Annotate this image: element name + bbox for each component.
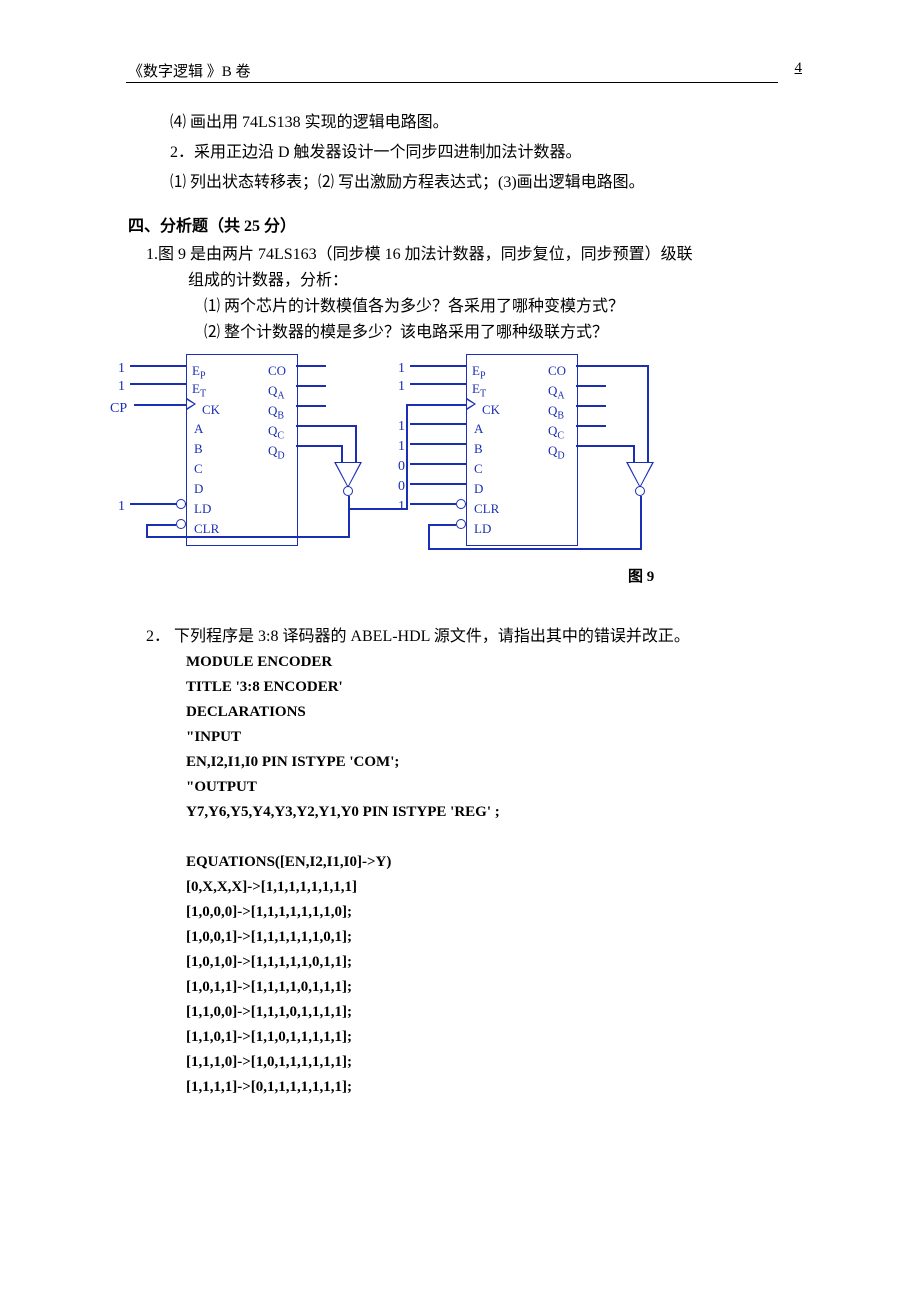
sig-1-et-r: 1	[398, 374, 405, 400]
q2-intro: 2． 下列程序是 3:8 译码器的 ABEL-HDL 源文件，请指出其中的错误并…	[128, 624, 788, 650]
header-rule	[126, 82, 778, 83]
body: ⑷ 画出用 74LS138 实现的逻辑电路图。 2．采用正边沿 D 触发器设计一…	[128, 110, 788, 1100]
wire	[355, 425, 357, 463]
code-line-7	[128, 825, 788, 850]
code-line-15: [1,1,0,1]->[1,1,0,1,1,1,1,1];	[128, 1025, 788, 1050]
wire	[428, 524, 456, 526]
bubble-clr-l	[176, 519, 186, 529]
pin-ck-l: CK	[202, 397, 220, 423]
wire	[296, 445, 342, 447]
wire	[576, 445, 634, 447]
q1-sub2: ⑵ 整个计数器的模是多少？该电路采用了哪种级联方式？	[128, 320, 788, 346]
wire	[410, 365, 466, 367]
wire	[296, 385, 326, 387]
wire	[640, 496, 642, 548]
code-line-1: TITLE '3:8 ENCODER'	[128, 675, 788, 700]
code-line-17: [1,1,1,1]->[0,1,1,1,1,1,1,1];	[128, 1075, 788, 1100]
gate-left	[336, 463, 360, 486]
wire	[428, 524, 430, 550]
q1-sub1: ⑴ 两个芯片的计数模值各为多少？各采用了哪种变模方式？	[128, 294, 788, 320]
code-line-8: EQUATIONS([EN,I2,I1,I0]->Y)	[128, 850, 788, 875]
item-2: 2．采用正边沿 D 触发器设计一个同步四进制加法计数器。	[128, 140, 788, 166]
wire	[410, 423, 466, 425]
circuit-figure-9: EP ET CK A B C D LD CLR CO QA QB QC QD 1…	[108, 348, 768, 578]
code-line-9: [0,X,X,X]->[1,1,1,1,1,1,1,1]	[128, 875, 788, 900]
code-line-5: "OUTPUT	[128, 775, 788, 800]
wire	[406, 404, 466, 406]
wire	[296, 425, 356, 427]
header-title: 《数字逻辑 》B 卷	[128, 60, 251, 81]
figure-9-label: 图 9	[628, 564, 654, 590]
wire	[410, 443, 466, 445]
wire	[633, 445, 635, 463]
code-line-13: [1,0,1,1]->[1,1,1,1,0,1,1,1];	[128, 975, 788, 1000]
wire	[130, 383, 186, 385]
code-line-3: "INPUT	[128, 725, 788, 750]
item-4: ⑷ 画出用 74LS138 实现的逻辑电路图。	[128, 110, 788, 136]
wire	[576, 365, 648, 367]
wire	[296, 365, 326, 367]
wire	[410, 383, 466, 385]
page: 《数字逻辑 》B 卷 4 ⑷ 画出用 74LS138 实现的逻辑电路图。 2．采…	[0, 0, 920, 1302]
wire	[576, 385, 606, 387]
code-line-4: EN,I2,I1,I0 PIN ISTYPE 'COM';	[128, 750, 788, 775]
sig-cp-l: CP	[110, 396, 127, 422]
gate-right-bubble	[635, 486, 645, 496]
wire	[647, 365, 649, 463]
wire	[146, 524, 176, 526]
q1-line1: 1.图 9 是由两片 74LS163（同步模 16 加法计数器，同步复位，同步预…	[128, 242, 788, 268]
wire	[410, 463, 466, 465]
ck-triangle-l-w	[187, 400, 194, 408]
code-line-0: MODULE ENCODER	[128, 650, 788, 675]
wire	[410, 503, 456, 505]
wire	[406, 404, 408, 510]
pin-ld-r: LD	[474, 516, 491, 542]
code-line-10: [1,0,0,0]->[1,1,1,1,1,1,1,0];	[128, 900, 788, 925]
wire	[296, 405, 326, 407]
bubble-ld-r	[456, 519, 466, 529]
code-line-2: DECLARATIONS	[128, 700, 788, 725]
code-line-12: [1,0,1,0]->[1,1,1,1,1,0,1,1];	[128, 950, 788, 975]
q1-line2: 组成的计数器，分析：	[128, 268, 788, 294]
code-line-11: [1,0,0,1]->[1,1,1,1,1,1,0,1];	[128, 925, 788, 950]
wire	[341, 445, 343, 463]
sig-clr-r: 1	[398, 494, 405, 520]
wire	[576, 425, 606, 427]
wire	[410, 483, 466, 485]
wire	[428, 548, 642, 550]
pin-qd-r: QD	[548, 438, 565, 470]
pin-ck-r: CK	[482, 397, 500, 423]
wire	[576, 405, 606, 407]
ck-triangle-r-w	[467, 400, 474, 408]
item-2-sub: ⑴ 列出状态转移表；⑵ 写出激励方程表达式；(3)画出逻辑电路图。	[128, 170, 788, 196]
pin-qd-l: QD	[268, 438, 285, 470]
wire	[348, 496, 350, 536]
bubble-clr-r	[456, 499, 466, 509]
pin-clr-l: CLR	[194, 516, 219, 542]
code-line-16: [1,1,1,0]->[1,0,1,1,1,1,1,1];	[128, 1050, 788, 1075]
code-line-6: Y7,Y6,Y5,Y4,Y3,Y2,Y1,Y0 PIN ISTYPE 'REG'…	[128, 800, 788, 825]
section-4-title: 四、分析题（共 25 分）	[128, 214, 788, 240]
gate-right	[628, 463, 652, 486]
wire	[146, 536, 350, 538]
page-number: 4	[795, 60, 803, 77]
wire	[130, 365, 186, 367]
wire	[134, 404, 186, 406]
bubble-ld-l	[176, 499, 186, 509]
gate-left-bubble	[343, 486, 353, 496]
sig-1-ld-l: 1	[118, 494, 125, 520]
wire	[146, 524, 148, 538]
code-line-14: [1,1,0,0]->[1,1,1,0,1,1,1,1];	[128, 1000, 788, 1025]
